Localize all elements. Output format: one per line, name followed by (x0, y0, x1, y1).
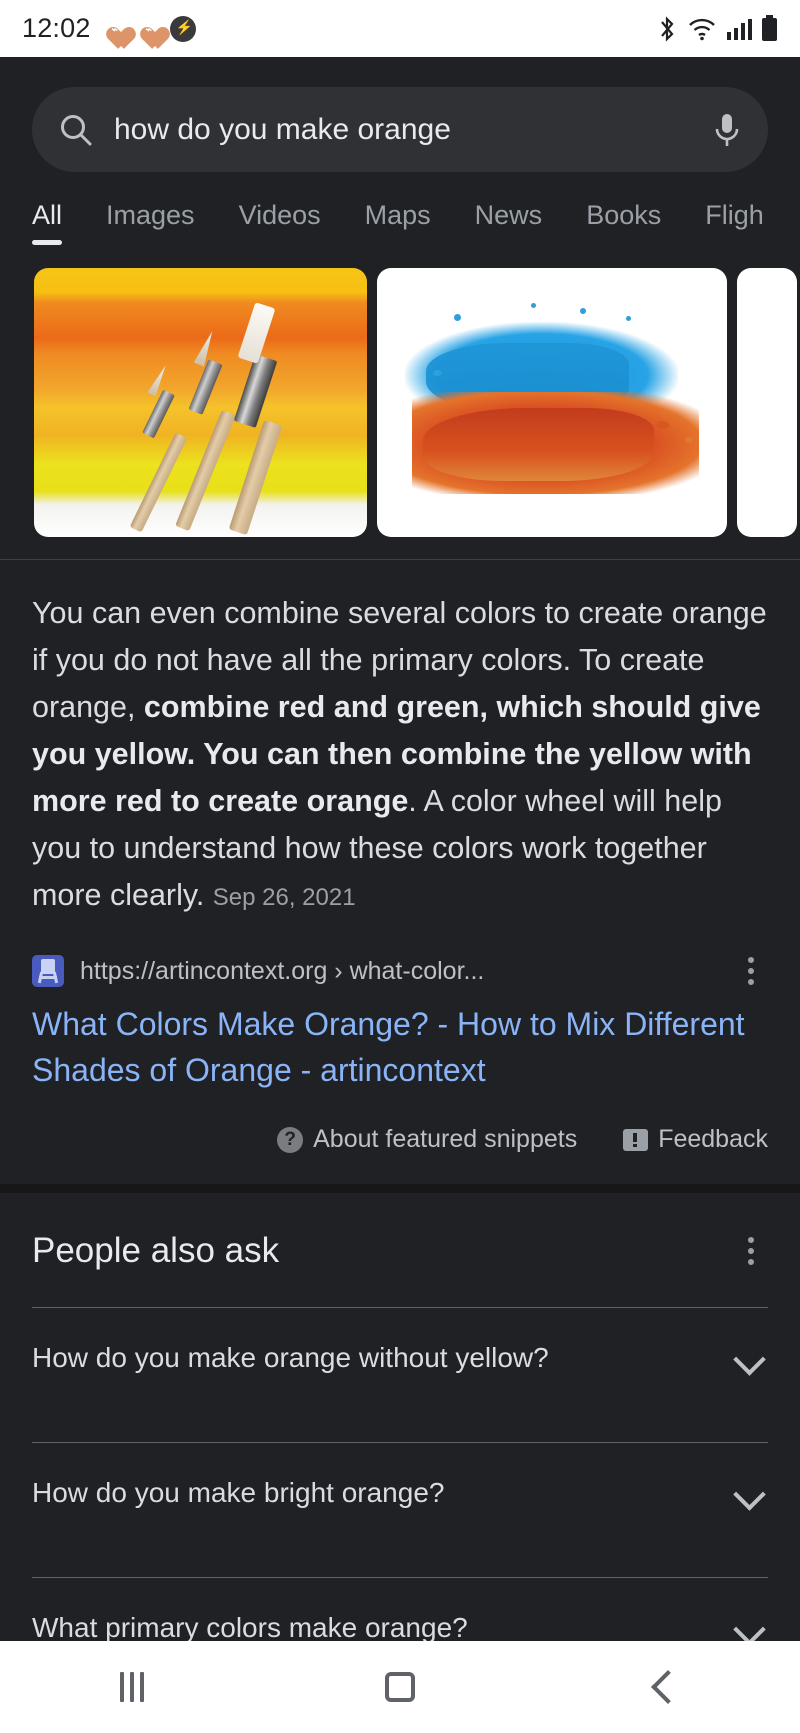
feedback-label: Feedback (658, 1125, 768, 1153)
heart-notification-icon: ⌁ (102, 16, 128, 42)
image-thumbnail-paint-strokes[interactable] (377, 268, 727, 537)
featured-snippet: You can even combine several colors to c… (0, 560, 800, 921)
image-thumbnail-watercolor[interactable] (34, 268, 367, 537)
people-also-ask-item[interactable]: How do you make bright orange? (32, 1443, 768, 1541)
result-title-link[interactable]: What Colors Make Orange? - How to Mix Di… (0, 987, 800, 1093)
people-also-ask-question: How do you make orange without yellow? (32, 1342, 549, 1373)
tab-all[interactable]: All (32, 200, 84, 245)
site-favicon-icon (32, 955, 64, 987)
section-separator (0, 1184, 800, 1193)
more-options-icon[interactable] (734, 957, 768, 985)
people-also-ask-question: What primary colors make orange? (32, 1612, 468, 1643)
source-url[interactable]: https://artincontext.org › what-color... (80, 957, 718, 986)
about-featured-snippets-link[interactable]: ? About featured snippets (277, 1125, 577, 1154)
snippet-actions: ? About featured snippets Feedback (0, 1093, 800, 1154)
recents-button[interactable] (120, 1672, 145, 1702)
more-options-icon[interactable] (734, 1237, 768, 1265)
wifi-icon (689, 18, 715, 40)
search-icon[interactable] (58, 112, 94, 148)
image-thumbnail-partial[interactable] (737, 268, 797, 537)
people-also-ask-title: People also ask (32, 1231, 280, 1270)
snippet-source-row[interactable]: https://artincontext.org › what-color... (0, 921, 800, 987)
snippet-paragraph: You can even combine several colors to c… (32, 590, 768, 921)
people-also-ask-question: How do you make bright orange? (32, 1477, 445, 1508)
messenger-icon (169, 15, 196, 42)
heart-notification-icon: ⌁ (136, 16, 162, 42)
tab-videos[interactable]: Videos (217, 200, 343, 245)
tab-images[interactable]: Images (84, 200, 217, 245)
tab-books[interactable]: Books (564, 200, 683, 245)
google-search-results-screen: 12:02 ⌁ ⌁ ⚡ how do you make orange All I… (0, 0, 800, 1733)
chevron-down-icon[interactable] (734, 1348, 768, 1368)
feedback-link[interactable]: Feedback (623, 1125, 768, 1154)
about-featured-snippets-label: About featured snippets (313, 1125, 578, 1153)
people-also-ask-header: People also ask (32, 1193, 768, 1271)
tab-news[interactable]: News (453, 200, 565, 245)
android-navigation-bar (0, 1641, 800, 1733)
microphone-icon[interactable] (712, 110, 742, 150)
cellular-signal-icon (727, 18, 752, 40)
question-mark-icon: ? (277, 1126, 304, 1153)
status-bar: 12:02 ⌁ ⌁ (0, 0, 800, 57)
status-bar-left: 12:02 ⌁ ⌁ (22, 13, 196, 44)
search-vertical-tabs: All Images Videos Maps News Books Fligh (0, 172, 800, 245)
search-bar-container: how do you make orange (0, 57, 800, 172)
chevron-down-icon[interactable] (734, 1618, 768, 1638)
people-also-ask-item[interactable]: How do you make orange without yellow? (32, 1308, 768, 1406)
snippet-date: Sep 26, 2021 (212, 884, 356, 911)
chevron-down-icon[interactable] (734, 1483, 768, 1503)
back-button[interactable] (650, 1670, 685, 1704)
battery-icon (762, 15, 777, 41)
status-bar-right (656, 15, 778, 43)
search-bar[interactable]: how do you make orange (32, 87, 768, 172)
status-bar-notification-icons: ⌁ ⌁ (102, 15, 196, 42)
tab-flights[interactable]: Fligh (683, 200, 786, 245)
home-button[interactable] (384, 1672, 415, 1702)
status-bar-clock: 12:02 (22, 13, 91, 43)
bluetooth-icon (661, 15, 674, 42)
feedback-icon (623, 1128, 649, 1151)
image-results-strip[interactable] (0, 245, 800, 537)
tab-maps[interactable]: Maps (343, 200, 453, 245)
search-input[interactable]: how do you make orange (114, 113, 692, 147)
